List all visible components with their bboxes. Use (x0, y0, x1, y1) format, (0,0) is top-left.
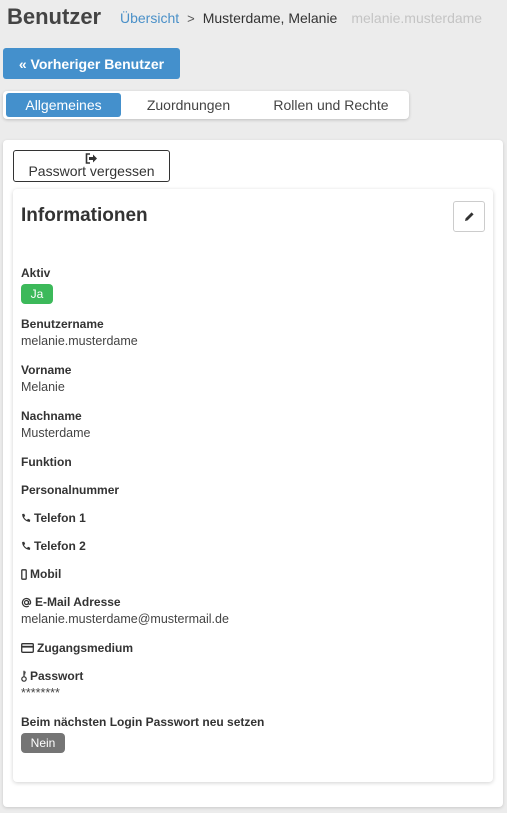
page-title: Benutzer (7, 4, 102, 29)
funktion-label: Funktion (21, 455, 72, 469)
breadcrumb-separator: > (187, 10, 195, 26)
user-detail-panel: Passwort vergessen Informationen Aktiv J… (3, 140, 503, 807)
edit-button[interactable] (453, 201, 485, 232)
breadcrumb-current: Musterdame, Melanie (202, 10, 338, 26)
passwort-label: Passwort (21, 669, 83, 683)
page-header: Benutzer Übersicht > Musterdame, Melanie… (7, 4, 507, 32)
breadcrumb-overview-link[interactable]: Übersicht (120, 10, 179, 26)
reset-login-badge: Nein (21, 733, 65, 753)
information-title: Informationen (21, 205, 148, 226)
mobil-label: Mobil (21, 567, 61, 581)
breadcrumb: Übersicht > Musterdame, Melanie melanie.… (120, 10, 482, 26)
nachname-label: Nachname (21, 409, 82, 423)
tab-bar: Allgemeines Zuordnungen Rollen und Recht… (3, 91, 409, 119)
passwort-value: ******** (21, 686, 60, 700)
zugangsmedium-label-text: Zugangsmedium (37, 641, 134, 655)
key-icon (21, 670, 27, 682)
tab-allgemeines[interactable]: Allgemeines (6, 93, 121, 117)
phone-icon (21, 541, 31, 551)
tab-zuordnungen[interactable]: Zuordnungen (121, 93, 256, 117)
benutzername-value: melanie.musterdame (21, 334, 138, 348)
mobile-icon (21, 568, 27, 580)
tab-rollen-und-rechte[interactable]: Rollen und Rechte (256, 93, 406, 117)
credit-card-icon (21, 643, 34, 653)
zugangsmedium-label: Zugangsmedium (21, 641, 133, 655)
aktiv-badge: Ja (21, 284, 53, 304)
telefon1-label: Telefon 1 (21, 511, 86, 525)
nachname-value: Musterdame (21, 426, 91, 440)
email-value: melanie.musterdame@mustermail.de (21, 612, 229, 626)
telefon2-label-text: Telefon 2 (34, 539, 86, 553)
email-label: E-Mail Adresse (21, 595, 121, 609)
reset-login-label: Beim nächsten Login Passwort neu setzen (21, 715, 265, 729)
email-label-text: E-Mail Adresse (35, 595, 121, 609)
vorname-value: Melanie (21, 380, 65, 394)
previous-user-button[interactable]: « Vorheriger Benutzer (3, 48, 180, 79)
aktiv-label: Aktiv (21, 266, 51, 280)
forgot-password-button[interactable]: Passwort vergessen (13, 150, 170, 182)
information-card: Informationen Aktiv Ja Benutzername mela… (13, 189, 493, 782)
at-icon (21, 597, 32, 608)
pencil-icon (464, 211, 475, 222)
benutzername-label: Benutzername (21, 317, 104, 331)
mobil-label-text: Mobil (30, 567, 62, 581)
telefon1-label-text: Telefon 1 (34, 511, 86, 525)
telefon2-label: Telefon 2 (21, 539, 86, 553)
phone-icon (21, 513, 31, 523)
breadcrumb-username: melanie.musterdame (351, 10, 483, 26)
personalnummer-label: Personalnummer (21, 483, 120, 497)
forgot-password-label: Passwort vergessen (28, 163, 155, 180)
passwort-label-text: Passwort (30, 669, 84, 683)
vorname-label: Vorname (21, 363, 72, 377)
